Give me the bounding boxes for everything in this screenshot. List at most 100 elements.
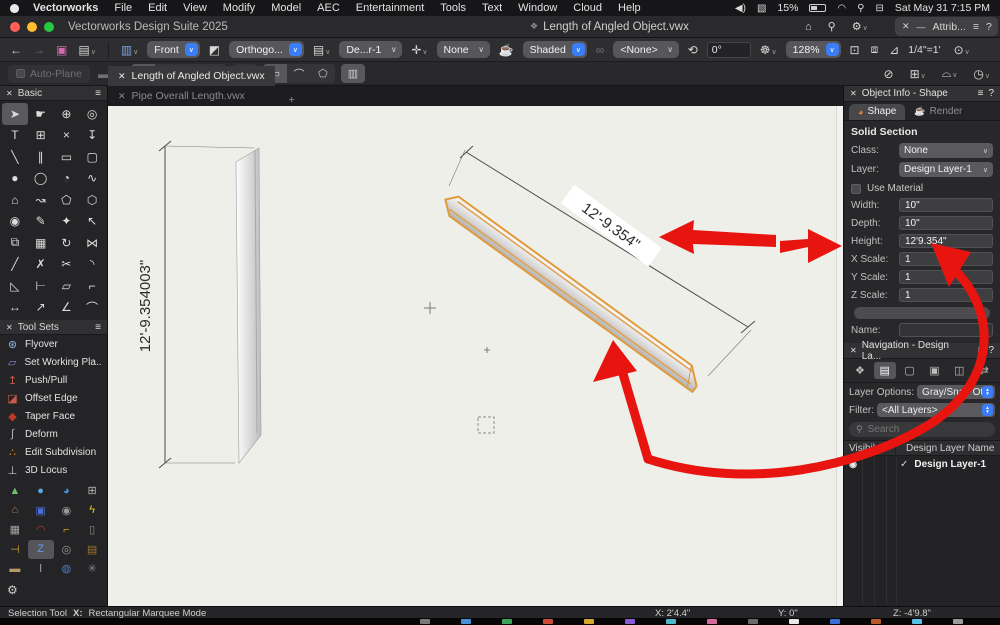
eyedropper-tool[interactable]: ✎ <box>28 211 54 233</box>
viewports-icon[interactable]: ▣ <box>923 362 945 379</box>
palette-menu-icon[interactable]: ≡ <box>978 345 984 356</box>
lasso-marquee-mode[interactable]: ⌒ <box>287 64 311 83</box>
publish-icon[interactable]: ▤∨ <box>76 43 97 57</box>
toolset-item[interactable]: ↥ Push/Pull <box>0 371 107 389</box>
stage-tool[interactable]: ◠ <box>28 520 54 540</box>
cabinet-tool[interactable]: ▤ <box>79 540 105 560</box>
menu-item[interactable]: Model <box>271 2 301 14</box>
rotate-plan-icon[interactable]: ⟲ <box>686 43 700 57</box>
ghost-visibility-icon[interactable]: ⌓∨ <box>940 66 960 81</box>
new-layer-icon[interactable]: ⊞∨ <box>908 67 928 81</box>
world-coords-off-icon[interactable]: ⊘ <box>882 67 896 81</box>
new-tab-button[interactable]: + <box>283 94 301 106</box>
layer-scale-icon[interactable]: ⊿ <box>887 43 901 57</box>
field-value[interactable]: 10" <box>899 216 993 230</box>
wifi-icon[interactable]: ◠ <box>837 3 846 14</box>
palette-menu-icon[interactable]: ≡ <box>978 88 984 99</box>
power-tool[interactable]: ϟ <box>79 501 105 521</box>
sheet-layers-icon[interactable]: ▢ <box>899 362 921 379</box>
projection-dropdown[interactable]: Orthogo...∨ <box>229 41 304 58</box>
screen-mirroring-icon[interactable]: ▧ <box>757 3 766 14</box>
layer-search-box[interactable]: ⚲ <box>849 422 995 437</box>
toolset-item[interactable]: ⊥ 3D Locus <box>0 461 107 479</box>
help-icon[interactable]: ? <box>988 88 994 99</box>
menu-item[interactable]: View <box>183 2 207 14</box>
render-style-dropdown[interactable]: <None>∨ <box>613 41 678 58</box>
checkbox-icon[interactable] <box>851 184 861 194</box>
menu-item[interactable]: Entertainment <box>356 2 424 14</box>
help-icon[interactable]: ? <box>988 345 994 356</box>
document-tab[interactable]: ✕ Pipe Overall Length.vwx <box>108 86 275 106</box>
spiral-tool[interactable]: ◉ <box>2 211 28 233</box>
toolset-item[interactable]: ◪ Offset Edge <box>0 389 107 407</box>
door-tool[interactable]: ▯ <box>79 520 105 540</box>
radial-dimension-tool[interactable]: ⌒ <box>79 297 105 319</box>
camera-tool[interactable]: ◎ <box>54 540 80 560</box>
mirror-tool[interactable]: ⋈ <box>79 232 105 254</box>
drawing-canvas[interactable]: 12'-9.354003" 12'-9.354" <box>108 106 843 606</box>
layer-dropdown[interactable]: Design Layer-1 ∨ <box>899 162 993 177</box>
collapse-icon[interactable]: — <box>917 22 926 32</box>
close-window-button[interactable] <box>10 22 20 32</box>
direction-button[interactable] <box>854 307 990 319</box>
menu-item[interactable]: Text <box>482 2 502 14</box>
tab-shape[interactable]: ◕ Shape <box>849 104 905 120</box>
rectangle-tool[interactable]: ▭ <box>54 146 80 168</box>
compass-icon[interactable]: ☸∨ <box>758 43 779 57</box>
zoom-level-dropdown[interactable]: 128%∨ <box>786 41 841 58</box>
toolset-item[interactable]: ∴ Edit Subdivision <box>0 443 107 461</box>
geo-image-tool[interactable]: ◕ <box>54 481 80 501</box>
rounded-rectangle-tool[interactable]: ▢ <box>79 146 105 168</box>
volume-icon[interactable]: ◀) <box>735 3 746 14</box>
field-value[interactable]: 1 <box>899 252 993 266</box>
field-value[interactable]: 1 <box>899 270 993 284</box>
active-class-dropdown[interactable]: None∨ <box>437 41 490 58</box>
visibility-eye-icon[interactable]: ◉ <box>844 459 862 470</box>
layer-row[interactable]: ◉ ✓ Design Layer-1 <box>844 456 1000 472</box>
document-tab[interactable]: ✕ Length of Angled Object.vwx <box>108 66 275 86</box>
angled-bar-object[interactable] <box>439 191 705 392</box>
wand-tool[interactable]: ✦ <box>54 211 80 233</box>
field-value[interactable]: 10" <box>899 198 993 212</box>
autosave-clock-icon[interactable]: ◷∨ <box>971 67 992 81</box>
menu-item[interactable]: Cloud <box>573 2 602 14</box>
arc-tool[interactable]: ◔ <box>54 168 80 190</box>
drawing-area[interactable]: 12'-9.354003" 12'-9.354" <box>108 106 843 606</box>
control-center-icon[interactable]: ⊟ <box>875 3 883 14</box>
layer-options-dropdown[interactable]: Gray/Snap Oth... ▲▼ <box>917 385 995 399</box>
polygon-marquee-mode[interactable]: ⬠ <box>311 64 335 83</box>
hvac-tool[interactable]: Z <box>28 540 54 560</box>
settings-gear-icon[interactable]: ⚙ <box>7 583 18 597</box>
flyover-tool[interactable]: ⊕ <box>54 103 80 125</box>
zoom-tool[interactable]: ◎ <box>79 103 105 125</box>
class-options-icon[interactable]: ✛∨ <box>409 43 429 57</box>
menu-icon[interactable]: ≡ <box>973 21 979 33</box>
saved-views-icon[interactable]: ◫ <box>948 362 970 379</box>
fit-page-icon[interactable]: ⧈ <box>869 42 881 57</box>
close-tab-icon[interactable]: ✕ <box>118 91 126 102</box>
selection-tool[interactable]: ➤ <box>2 103 28 125</box>
spotlight-search-icon[interactable]: ⚲ <box>857 3 864 14</box>
canvas-scrollbar[interactable] <box>836 106 843 606</box>
connect-tool[interactable]: ⌐ <box>79 275 105 297</box>
visibility-eye-icon[interactable]: ⊙∨ <box>952 43 972 57</box>
menu-item[interactable]: Window <box>518 2 557 14</box>
design-layers-icon[interactable]: ▤ <box>874 362 896 379</box>
back-button[interactable]: ← <box>8 43 24 57</box>
split-tool[interactable]: ✂ <box>54 254 80 276</box>
select-similar-tool[interactable]: ↖ <box>79 211 105 233</box>
wall-tool[interactable]: ▬ <box>2 559 28 579</box>
freehand-tool[interactable]: ∿ <box>79 168 105 190</box>
close-tab-icon[interactable]: ✕ <box>118 71 126 82</box>
field-value[interactable]: 12'9.354" <box>899 234 993 248</box>
double-line-tool[interactable]: ∥ <box>28 146 54 168</box>
spotlight-tool[interactable]: ◉ <box>54 501 80 521</box>
layer-name[interactable]: Design Layer-1 <box>914 459 986 470</box>
extrude-tool[interactable]: ▱ <box>54 275 80 297</box>
extract-tool[interactable]: ↧ <box>79 125 105 147</box>
fit-objects-icon[interactable]: ⊡ <box>848 43 862 57</box>
references-icon[interactable]: ⇄ <box>973 362 995 379</box>
apple-menu-icon[interactable] <box>10 4 19 13</box>
use-material-checkbox-row[interactable]: Use Material <box>844 179 1000 196</box>
render-mode-dropdown[interactable]: Shaded∨ <box>523 41 587 58</box>
